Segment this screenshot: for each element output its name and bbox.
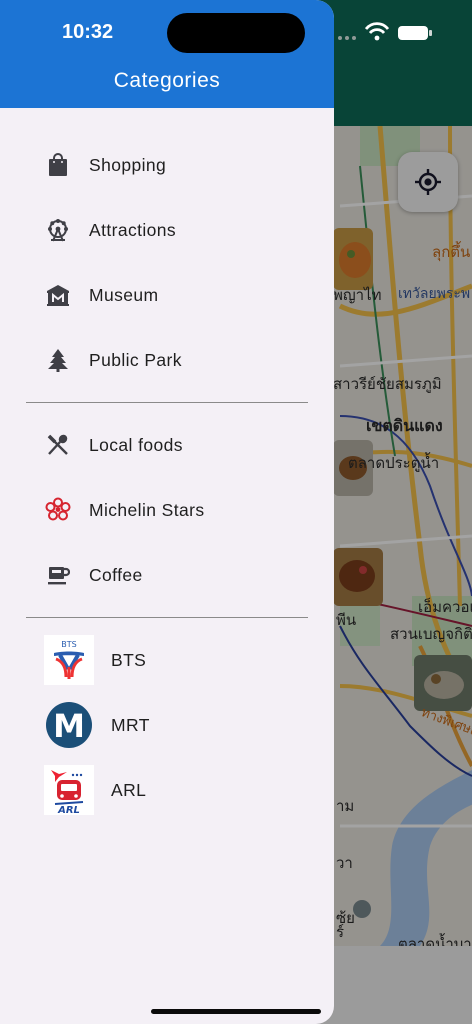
section-divider	[26, 617, 308, 618]
tree-icon	[44, 346, 72, 374]
menu-label: MRT	[111, 714, 150, 735]
menu-item-shopping[interactable]: Shopping	[0, 135, 334, 195]
ferris-wheel-icon	[44, 216, 72, 244]
menu-label: ARL	[111, 779, 147, 800]
dynamic-island	[167, 13, 305, 53]
mrt-logo-text: M	[53, 707, 85, 745]
menu-label: Local foods	[89, 434, 183, 455]
menu-label: BTS	[111, 649, 147, 670]
drawer-header: 10:32 Categories	[0, 0, 334, 108]
menu-label: Michelin Stars	[89, 499, 205, 520]
arl-logo: ARL	[44, 765, 94, 815]
menu-item-arl[interactable]: ARL ARL	[0, 760, 334, 820]
menu-label: Museum	[89, 284, 159, 305]
menu-label: Attractions	[89, 219, 177, 240]
signal-icon	[338, 36, 356, 40]
wifi-icon	[364, 22, 390, 41]
battery-icon	[398, 26, 432, 40]
drawer-title: Categories	[113, 69, 221, 92]
bts-logo: BTS	[44, 635, 94, 685]
menu-item-public-park[interactable]: Public Park	[0, 330, 334, 390]
menu-item-bts[interactable]: BTS BTS	[0, 630, 334, 690]
menu-label: Shopping	[89, 154, 167, 175]
fork-spoon-icon	[44, 431, 72, 459]
shopping-bag-icon	[44, 151, 72, 179]
section-divider	[26, 402, 308, 403]
museum-icon	[44, 281, 72, 309]
mrt-logo: M	[44, 700, 94, 750]
menu-item-mrt[interactable]: M MRT	[0, 695, 334, 755]
arl-logo-text: ARL	[57, 805, 80, 814]
coffee-cup-icon	[44, 561, 72, 589]
menu-item-michelin-stars[interactable]: Michelin Stars	[0, 480, 334, 540]
bts-logo-text: BTS	[61, 640, 76, 649]
home-indicator[interactable]	[151, 1009, 321, 1014]
michelin-star-icon	[44, 496, 72, 524]
status-time: 10:32	[62, 21, 114, 43]
menu-item-coffee[interactable]: Coffee	[0, 545, 334, 605]
menu-item-museum[interactable]: Museum	[0, 265, 334, 325]
categories-drawer: 10:32 Categories Shopping Attractions Mu…	[0, 0, 334, 1024]
menu-label: Coffee	[89, 564, 143, 585]
menu-label: Public Park	[89, 349, 182, 370]
menu-item-local-foods[interactable]: Local foods	[0, 415, 334, 475]
status-bar-icons	[336, 20, 436, 44]
menu-item-attractions[interactable]: Attractions	[0, 200, 334, 260]
